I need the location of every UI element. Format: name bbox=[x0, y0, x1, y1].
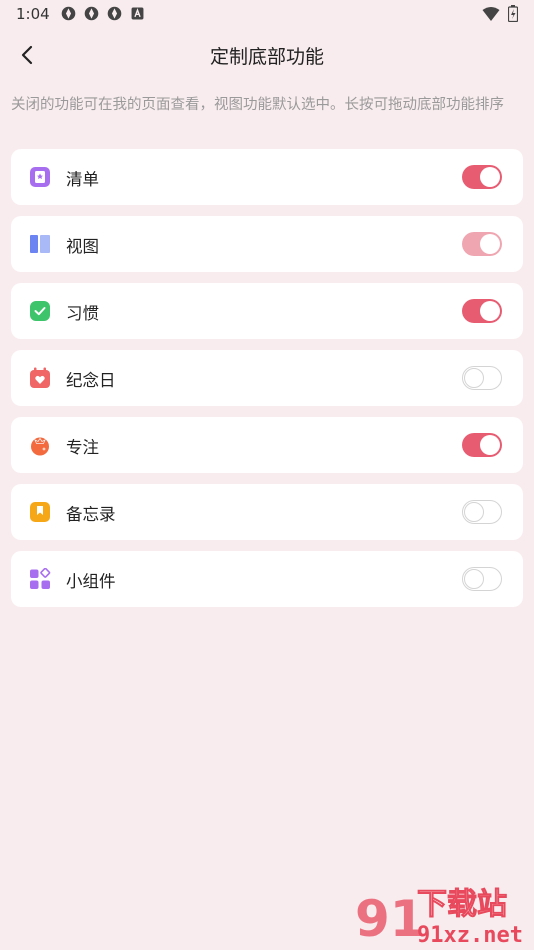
a-badge-icon bbox=[131, 7, 144, 20]
memo-toggle[interactable] bbox=[462, 500, 502, 524]
page-title: 定制底部功能 bbox=[209, 46, 324, 68]
app-bar: 定制底部功能 bbox=[0, 30, 534, 80]
item-label: 习惯 bbox=[66, 304, 99, 323]
item-label: 视图 bbox=[66, 237, 99, 256]
status-bar: 1:04 bbox=[0, 0, 534, 28]
anniversary-toggle[interactable] bbox=[462, 366, 502, 390]
checklist-toggle[interactable] bbox=[462, 165, 502, 189]
view-icon bbox=[30, 235, 50, 253]
widgets-icon bbox=[30, 568, 51, 589]
view-toggle[interactable] bbox=[462, 232, 502, 256]
status-notification-icons bbox=[60, 5, 146, 22]
toggle-knob bbox=[480, 435, 500, 455]
toggle-knob bbox=[480, 167, 500, 187]
list-item-focus: 专注 bbox=[11, 417, 523, 473]
list-item-habit: 习惯 bbox=[11, 283, 523, 339]
habit-toggle[interactable] bbox=[462, 299, 502, 323]
wifi-icon bbox=[482, 6, 500, 21]
list-item-widgets: 小组件 bbox=[11, 551, 523, 607]
hint-text: 关闭的功能可在我的页面查看，视图功能默认选中。长按可拖动底部功能排序 bbox=[11, 97, 504, 113]
battery-icon bbox=[508, 5, 518, 22]
habit-check-icon bbox=[30, 301, 50, 321]
app-notification-icon bbox=[61, 6, 76, 21]
app-notification-icon bbox=[107, 6, 122, 21]
calendar-heart-icon bbox=[30, 367, 50, 388]
widgets-toggle[interactable] bbox=[462, 567, 502, 591]
checklist-icon bbox=[30, 167, 50, 187]
item-label: 备忘录 bbox=[66, 505, 116, 524]
item-label: 专注 bbox=[66, 438, 99, 457]
item-label: 小组件 bbox=[66, 572, 116, 591]
status-time: 1:04 bbox=[16, 5, 50, 23]
app-notification-icon bbox=[84, 6, 99, 21]
toggle-knob bbox=[480, 234, 500, 254]
watermark-top-text: 下载站 bbox=[417, 887, 507, 922]
feature-list: 清单 视图 习惯 纪念日 专注 备忘录 小组件 bbox=[11, 149, 523, 618]
list-item-memo: 备忘录 bbox=[11, 484, 523, 540]
toggle-knob bbox=[464, 502, 484, 522]
toggle-knob bbox=[464, 569, 484, 589]
list-item-view: 视图 bbox=[11, 216, 523, 272]
tomato-icon bbox=[31, 437, 49, 456]
list-item-checklist: 清单 bbox=[11, 149, 523, 205]
watermark-logo: 91 下载站 91xz.net bbox=[355, 887, 523, 949]
item-label: 清单 bbox=[66, 170, 99, 189]
toggle-knob bbox=[464, 368, 484, 388]
item-label: 纪念日 bbox=[66, 371, 116, 390]
toggle-knob bbox=[480, 301, 500, 321]
status-right-icons bbox=[482, 5, 518, 22]
watermark-logo-number: 91 bbox=[355, 890, 425, 948]
memo-bookmark-icon bbox=[30, 502, 50, 522]
focus-toggle[interactable] bbox=[462, 433, 502, 457]
watermark-bottom-text: 91xz.net bbox=[417, 923, 523, 948]
list-item-anniversary: 纪念日 bbox=[11, 350, 523, 406]
